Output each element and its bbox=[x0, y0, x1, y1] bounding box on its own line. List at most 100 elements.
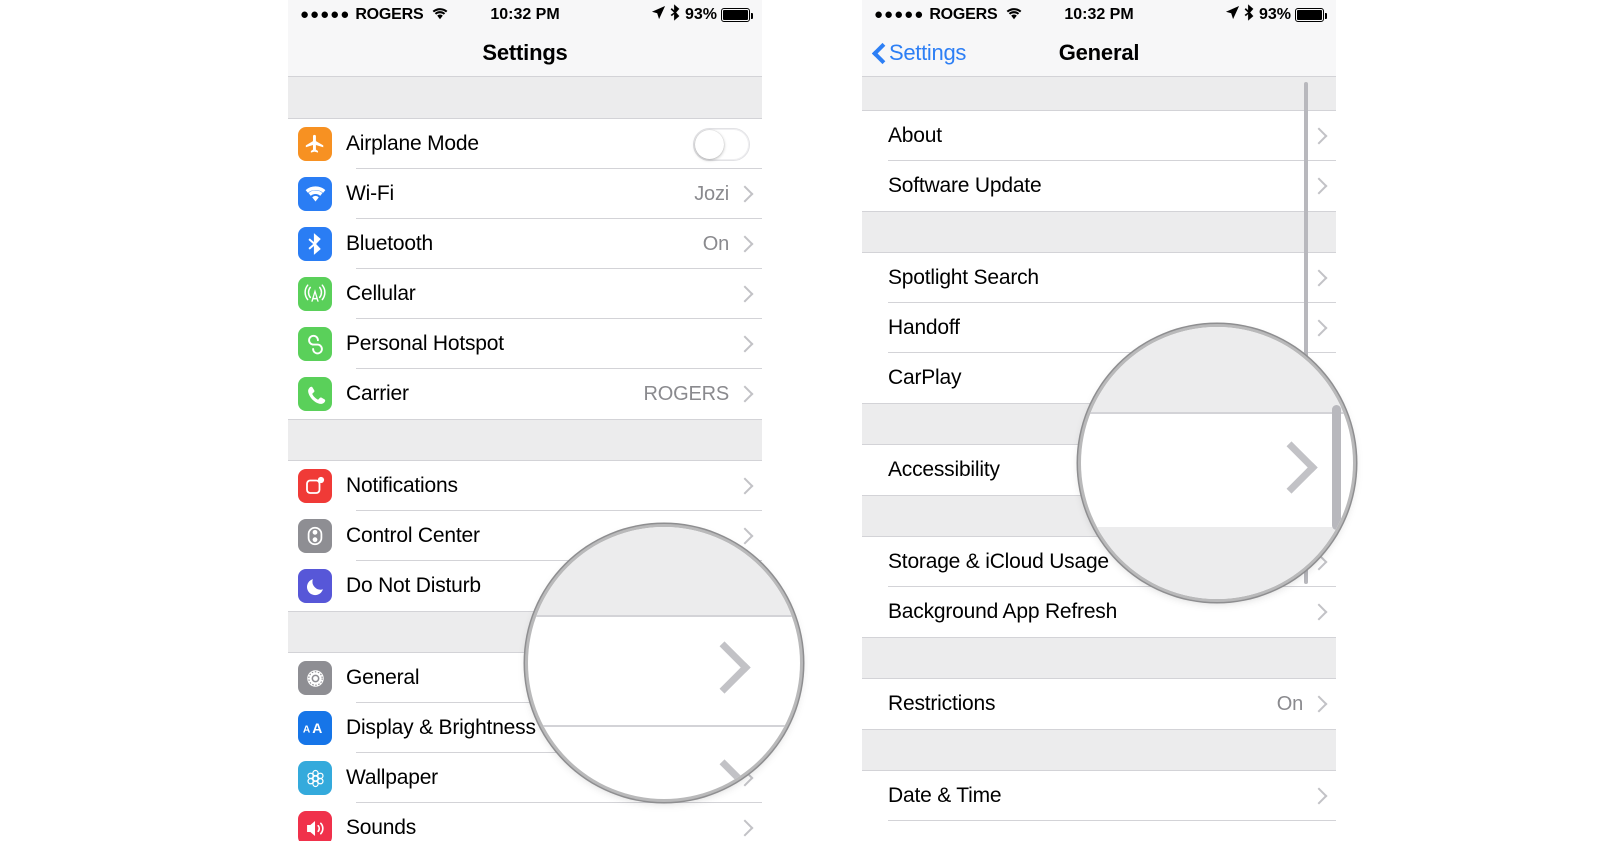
signal-strength-dots-icon: ●●●●● bbox=[874, 5, 925, 23]
settings-row-about[interactable]: About bbox=[862, 111, 1336, 161]
status-bar-right-group: 93% bbox=[1225, 4, 1327, 26]
chevron-right-icon bbox=[739, 477, 750, 495]
status-bar-left: ●●●●● ROGERS 10:32 PM 93% bbox=[288, 0, 762, 30]
settings-row-label: Personal Hotspot bbox=[346, 332, 504, 355]
chevron-right-icon bbox=[1313, 269, 1324, 287]
location-arrow-icon bbox=[1225, 5, 1240, 25]
row-accessory[interactable] bbox=[693, 127, 762, 161]
magnifier-content bbox=[1081, 327, 1353, 599]
chevron-right-icon bbox=[1313, 603, 1324, 621]
chevron-right-icon bbox=[739, 385, 750, 403]
bluetooth-icon bbox=[298, 227, 332, 261]
magnified-separator bbox=[528, 725, 800, 727]
chevron-left-icon bbox=[872, 42, 885, 64]
display-brightness-icon: AA bbox=[298, 711, 332, 745]
list-group-gap bbox=[862, 77, 1336, 111]
bluetooth-icon bbox=[670, 4, 681, 26]
settings-row-value: ROGERS bbox=[643, 382, 730, 405]
chevron-right-icon bbox=[1313, 177, 1324, 195]
row-accessory[interactable]: On bbox=[703, 233, 762, 256]
settings-row-label: Wi-Fi bbox=[346, 182, 394, 205]
magnified-chevron-right-icon bbox=[706, 649, 746, 689]
magnifier-accessibility-chevron bbox=[1081, 327, 1353, 599]
settings-row-notifications[interactable]: Notifications bbox=[288, 461, 762, 511]
settings-row-label: About bbox=[888, 124, 942, 147]
status-bar-right: ●●●●● ROGERS 10:32 PM 93% bbox=[862, 0, 1336, 30]
row-accessory[interactable] bbox=[739, 285, 762, 303]
settings-row-personal-hotspot[interactable]: Personal Hotspot bbox=[288, 319, 762, 369]
magnified-separator bbox=[1081, 412, 1353, 414]
row-accessory[interactable]: On bbox=[1277, 693, 1336, 716]
settings-row-spotlight-search[interactable]: Spotlight Search bbox=[862, 253, 1336, 303]
toggle-knob bbox=[695, 129, 724, 159]
settings-row-cellular[interactable]: Cellular bbox=[288, 269, 762, 319]
settings-row-label: Notifications bbox=[346, 474, 458, 497]
row-accessory[interactable] bbox=[1313, 177, 1336, 195]
settings-row-label: Airplane Mode bbox=[346, 132, 479, 155]
chevron-right-icon bbox=[739, 285, 750, 303]
chevron-right-icon bbox=[1313, 127, 1324, 145]
battery-icon bbox=[721, 8, 753, 22]
magnified-group-gap bbox=[1081, 527, 1353, 599]
moon-icon bbox=[298, 569, 332, 603]
settings-row-label: General bbox=[346, 666, 420, 689]
nav-bar-settings: Settings bbox=[288, 30, 762, 77]
settings-row-label: Control Center bbox=[346, 524, 480, 547]
notifications-icon bbox=[298, 469, 332, 503]
row-accessory[interactable]: ROGERS bbox=[644, 383, 762, 406]
settings-row-label: Spotlight Search bbox=[888, 266, 1039, 289]
chevron-right-icon bbox=[1313, 695, 1324, 713]
chevron-right-icon bbox=[1313, 787, 1324, 805]
battery-percent-label: 93% bbox=[684, 6, 717, 23]
settings-row-wi-fi[interactable]: Wi-Fi Jozi bbox=[288, 169, 762, 219]
row-accessory[interactable] bbox=[739, 477, 762, 495]
settings-row-airplane-mode[interactable]: Airplane Mode bbox=[288, 119, 762, 169]
settings-row-bluetooth[interactable]: Bluetooth On bbox=[288, 219, 762, 269]
settings-row-value: On bbox=[702, 232, 729, 255]
magnified-separator bbox=[528, 615, 800, 617]
row-accessory[interactable] bbox=[1313, 269, 1336, 287]
page-title: Settings bbox=[482, 40, 568, 65]
wifi-icon bbox=[431, 5, 449, 25]
row-accessory[interactable] bbox=[739, 819, 762, 837]
settings-row-label: Sounds bbox=[346, 816, 417, 839]
gear-icon bbox=[298, 661, 332, 695]
wallpaper-icon bbox=[298, 761, 332, 795]
list-group-gap bbox=[862, 729, 1336, 771]
settings-row-label: CarPlay bbox=[888, 366, 962, 389]
cellular-tower-icon bbox=[298, 277, 332, 311]
row-separator bbox=[888, 820, 1336, 821]
chevron-right-icon bbox=[739, 335, 750, 353]
battery-percent-label: 93% bbox=[1258, 6, 1291, 23]
control-center-icon bbox=[298, 519, 332, 553]
nav-bar-general: Settings General bbox=[862, 30, 1336, 77]
settings-row-carrier[interactable]: Carrier ROGERS bbox=[288, 369, 762, 419]
row-accessory[interactable]: Jozi bbox=[694, 183, 762, 206]
settings-row-restrictions[interactable]: Restrictions On bbox=[862, 679, 1336, 729]
airplane-mode-toggle[interactable] bbox=[693, 127, 750, 161]
settings-row-label: Software Update bbox=[888, 174, 1042, 197]
chevron-right-icon bbox=[739, 235, 750, 253]
row-accessory[interactable] bbox=[1313, 787, 1336, 805]
hotspot-icon bbox=[298, 327, 332, 361]
settings-row-label: Cellular bbox=[346, 282, 416, 305]
settings-row-label: Background App Refresh bbox=[888, 600, 1118, 623]
back-button-label: Settings bbox=[889, 40, 967, 65]
back-button[interactable]: Settings bbox=[872, 40, 966, 66]
settings-row-label: Accessibility bbox=[888, 458, 1000, 481]
settings-row-label: Date & Time bbox=[888, 784, 1002, 807]
row-accessory[interactable] bbox=[1313, 127, 1336, 145]
carrier-name: ROGERS bbox=[929, 6, 998, 23]
settings-row-date-time[interactable]: Date & Time bbox=[862, 771, 1336, 821]
svg-text:A: A bbox=[303, 725, 311, 736]
magnified-chevron-right-icon-partial bbox=[706, 767, 746, 799]
wifi-icon bbox=[1005, 5, 1023, 25]
settings-row-label: Display & Brightness bbox=[346, 716, 536, 739]
settings-row-label: Restrictions bbox=[888, 692, 996, 715]
row-accessory[interactable] bbox=[1313, 603, 1336, 621]
settings-row-sounds[interactable]: Sounds bbox=[288, 803, 762, 841]
wifi-icon bbox=[298, 177, 332, 211]
row-accessory[interactable] bbox=[739, 335, 762, 353]
settings-row-software-update[interactable]: Software Update bbox=[862, 161, 1336, 211]
magnified-group-gap bbox=[1081, 327, 1353, 412]
